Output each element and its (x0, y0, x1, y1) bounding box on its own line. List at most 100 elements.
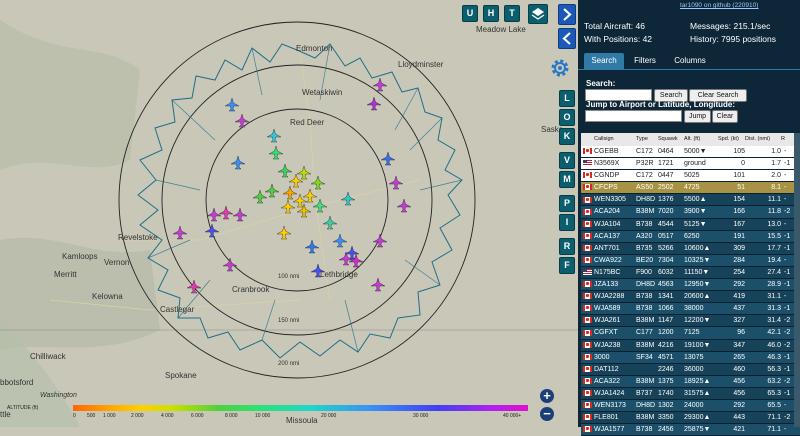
layers-button[interactable] (528, 4, 548, 24)
i-button[interactable]: I (559, 214, 575, 231)
col-altitude[interactable]: Alt. (ft) (684, 133, 718, 146)
f-button[interactable]: F (559, 257, 575, 274)
table-row[interactable]: WEN3305 DH8D 1376 5500▲ 154 11.1- (581, 194, 800, 207)
tab-filters[interactable]: Filters (626, 53, 664, 69)
table-row[interactable]: N175BC F900 6032 11150▼ 254 27.4 -1 (581, 266, 800, 280)
col-type[interactable]: Type (636, 133, 658, 146)
cell-spd: 166 (733, 208, 745, 216)
city-label: Lloydminster (398, 60, 444, 69)
table-row[interactable]: WJA261 B38M 1147 12200▼ 327 31.4 -2 (581, 315, 800, 328)
cell-callsign: WJA2288 (594, 293, 625, 301)
v-button[interactable]: V (559, 152, 575, 169)
clear-jump-button[interactable]: Clear (712, 110, 738, 123)
legend-tick: 6 000 (191, 413, 204, 419)
jump-input[interactable] (585, 110, 682, 122)
cell-dist: 28.9 (767, 281, 781, 289)
chevron-right-icon (563, 8, 572, 21)
cell-callsign: CWA922 (594, 256, 622, 264)
table-row[interactable]: WJA2288 B738 1341 20600▲ 419 31.1- (581, 291, 800, 304)
t-button[interactable]: T (504, 5, 520, 22)
h-button[interactable]: H (483, 5, 499, 22)
table-row[interactable]: WJA1577 B738 2456 25875▼ 421 71.1- (581, 424, 800, 436)
table-row[interactable]: CGNDP C172 0447 5025 101 2.0- (581, 170, 800, 183)
canada-flag-icon (583, 414, 592, 421)
collapse-sidebar-button[interactable] (558, 28, 576, 49)
map-view[interactable]: Edmonton Meadow Lake Lloydminster Wetask… (0, 0, 578, 427)
jump-label: Jump to Airport or Latitude, Longitude: (586, 100, 736, 109)
cell-alt: 5500▲ (684, 196, 707, 204)
legend-tick: 20 000 (321, 413, 337, 419)
settings-button[interactable] (548, 56, 572, 80)
cell-type: B38M (636, 317, 655, 325)
r-button[interactable]: R (559, 238, 575, 255)
legend-tick: 40 000+ (503, 413, 522, 419)
cell-alt: 3900▼ (684, 208, 707, 216)
k-button[interactable]: K (559, 128, 575, 145)
cell-squawk: 4216 (658, 341, 674, 349)
cell-callsign: ACA322 (594, 377, 621, 385)
expand-sidebar-button[interactable] (558, 4, 576, 25)
jump-button[interactable]: Jump (684, 110, 711, 123)
cell-squawk: 1740 (658, 389, 674, 397)
cell-callsign: FLE801 (594, 414, 619, 422)
canada-flag-icon (583, 341, 592, 348)
m-button[interactable]: M (559, 171, 575, 188)
o-button[interactable]: O (559, 109, 575, 126)
cell-type (636, 364, 658, 375)
cell-type: DH8D (636, 401, 656, 409)
cell-callsign: CGNDP (594, 172, 620, 180)
table-row[interactable]: CWA922 BE20 7304 10325▼ 284 19.4- (581, 254, 800, 267)
col-distance[interactable]: Dist. (nmi) (745, 133, 781, 146)
cell-dist: 11.8 (767, 208, 781, 216)
l-button[interactable]: L (559, 90, 575, 107)
cell-alt: 29300▲ (684, 414, 711, 422)
table-row[interactable]: DAT112 2246 36000 460 56.3 -1 (581, 363, 800, 376)
zoom-out-button[interactable]: − (540, 407, 554, 421)
tab-columns[interactable]: Columns (666, 53, 714, 69)
table-row[interactable]: JZA133 DH8D 4563 12950▼ 292 28.9 -1 (581, 279, 800, 292)
table-scrollbar[interactable] (794, 133, 800, 427)
city-label: bbotsford (0, 378, 34, 387)
table-row[interactable]: ACA322 B38M 1375 18925▲ 456 63.2 -2 (581, 375, 800, 388)
github-link[interactable]: tar1090 on github (220910) (680, 2, 758, 9)
tab-search[interactable]: Search (584, 53, 624, 69)
table-row[interactable]: N3569X P32R 1721 ground 0 1.7 -1 (581, 158, 800, 171)
table-row[interactable]: WJA238 B38M 4216 19100▼ 347 46.0 -2 (581, 339, 800, 352)
flag-cell (581, 255, 594, 266)
u-button[interactable]: U (462, 5, 478, 22)
city-label: Edmonton (296, 44, 333, 53)
cell-callsign: WEN3173 (594, 401, 626, 409)
col-callsign[interactable]: Callsign (594, 133, 636, 146)
col-r[interactable]: R (781, 133, 794, 146)
table-row[interactable]: WEN3173 DH8D 1302 24000 292 65.5- (581, 399, 800, 413)
table-row[interactable]: CGFXT C177 1200 7125 96 42.1 -2 (581, 327, 800, 340)
cell-callsign: WJA238 (594, 341, 621, 349)
table-row[interactable]: WJA104 B738 4544 5125▼ 167 13.0- (581, 218, 800, 231)
table-row[interactable]: CGEBB C172 0464 5000▼ 105 1.0- (581, 146, 800, 159)
zoom-in-button[interactable]: + (540, 389, 554, 403)
flag-cell (581, 243, 594, 254)
table-row[interactable]: ACA137 A320 0517 6250 191 15.5 -1 (581, 230, 800, 243)
table-row[interactable]: ACA204 B38M 7020 3900▼ 166 11.8 -2 (581, 206, 800, 219)
table-row[interactable]: 3000 SF34 4571 13075 265 46.3 -1 (581, 351, 800, 364)
cell-dist: 2.0 (771, 172, 781, 180)
cell-dist: 46.0 (767, 341, 781, 349)
table-row[interactable]: WJA1424 B737 1740 31575▲ 456 65.3 -1 (581, 387, 800, 400)
table-row[interactable]: ANT701 B735 5266 10600▲ 309 17.7 -1 (581, 242, 800, 255)
p-button[interactable]: P (559, 195, 575, 212)
cell-spd: 167 (733, 220, 745, 228)
table-row[interactable]: FLE801 B38M 3350 29300▲ 443 71.1 -2 (581, 412, 800, 425)
cell-spd: 0 (741, 160, 745, 168)
cell-callsign: CGFXT (594, 329, 618, 337)
table-row[interactable]: CFCPS AS50 2502 4725 51 8.1- (581, 182, 800, 195)
cell-dist: 71.1 (767, 414, 781, 422)
col-speed[interactable]: Spd. (kt) (718, 133, 745, 146)
cell-dist: 46.3 (767, 353, 781, 361)
col-squawk[interactable]: Squawk (658, 133, 684, 146)
cell-type: C172 (636, 172, 653, 180)
range-label: 150 nmi (278, 318, 300, 324)
table-row[interactable]: WJA589 B738 1066 38000 437 31.3 -1 (581, 303, 800, 316)
tab-divider (578, 69, 800, 70)
cell-type: B738 (636, 220, 653, 228)
canada-flag-icon (583, 329, 592, 336)
